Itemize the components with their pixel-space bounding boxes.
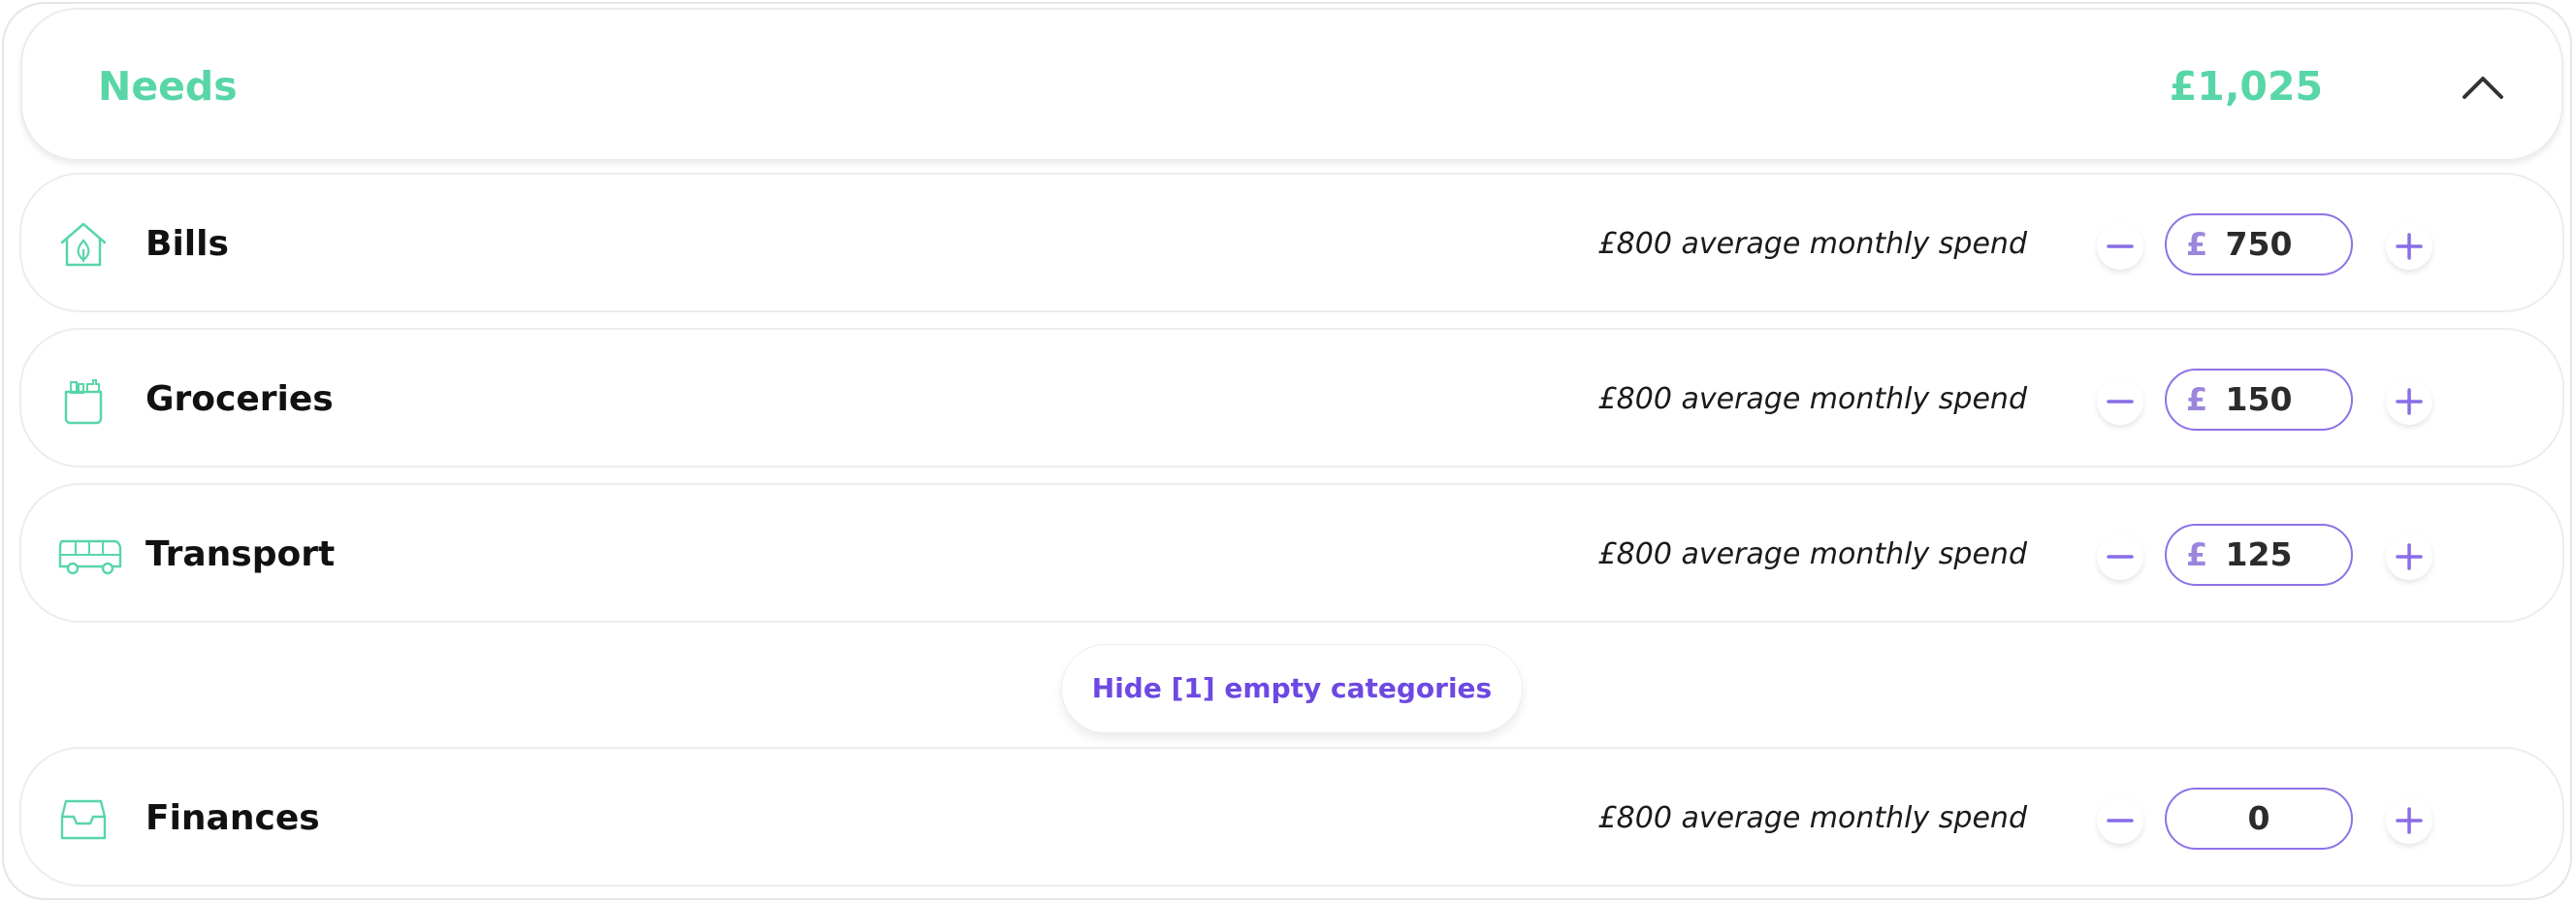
plus-icon [2396,807,2423,834]
increase-button[interactable] [2386,533,2432,580]
average-spend: £800 average monthly spend [1597,382,2027,416]
category-row-finances: Finances £800 average monthly spend 0 [19,747,2564,887]
category-name: Bills [145,224,229,264]
hide-empty-categories-button[interactable]: Hide [1] empty categories [1061,644,1523,733]
inbox-tray-icon [60,799,107,840]
amount-input[interactable]: £ 750 [2165,213,2353,275]
decrease-button[interactable] [2097,223,2143,270]
plus-icon [2396,233,2423,260]
increase-button[interactable] [2386,378,2432,425]
collapse-button[interactable] [2449,52,2517,120]
minus-icon [2107,555,2134,559]
minus-icon [2107,244,2134,248]
category-row-groceries: Groceries £800 average monthly spend £ 1… [19,328,2564,468]
decrease-button[interactable] [2097,533,2143,580]
amount-value: 150 [2225,380,2293,418]
chevron-up-icon [2463,77,2503,99]
minus-icon [2107,400,2134,404]
category-name: Finances [145,798,320,838]
category-name: Transport [145,534,336,574]
section-title: Needs [98,63,238,110]
house-leaf-icon [60,222,107,267]
category-row-bills: Bills £800 average monthly spend £ 750 [19,173,2564,312]
category-name: Groceries [145,379,334,419]
decrease-button[interactable] [2097,378,2143,425]
bus-icon [58,539,122,575]
needs-budget-panel: Needs £1,025 Bills £800 average monthly … [2,2,2572,900]
minus-icon [2107,819,2134,823]
average-spend: £800 average monthly spend [1597,227,2027,261]
amount-input[interactable]: 0 [2165,788,2353,850]
amount-value: 125 [2225,535,2293,573]
plus-icon [2396,543,2423,570]
amount-value: 750 [2225,225,2293,263]
increase-button[interactable] [2386,223,2432,270]
amount-input[interactable]: £ 150 [2165,369,2353,431]
grocery-bag-icon [64,379,103,425]
average-spend: £800 average monthly spend [1597,537,2027,571]
increase-button[interactable] [2386,797,2432,844]
amount-input[interactable]: £ 125 [2165,524,2353,586]
amount-value: 0 [2247,799,2270,837]
needs-header[interactable]: Needs £1,025 [20,8,2563,161]
average-spend: £800 average monthly spend [1597,801,2027,835]
decrease-button[interactable] [2097,797,2143,844]
section-total: £1,025 [2169,63,2323,110]
plus-icon [2396,388,2423,415]
category-row-transport: Transport £800 average monthly spend £ 1… [19,483,2564,623]
